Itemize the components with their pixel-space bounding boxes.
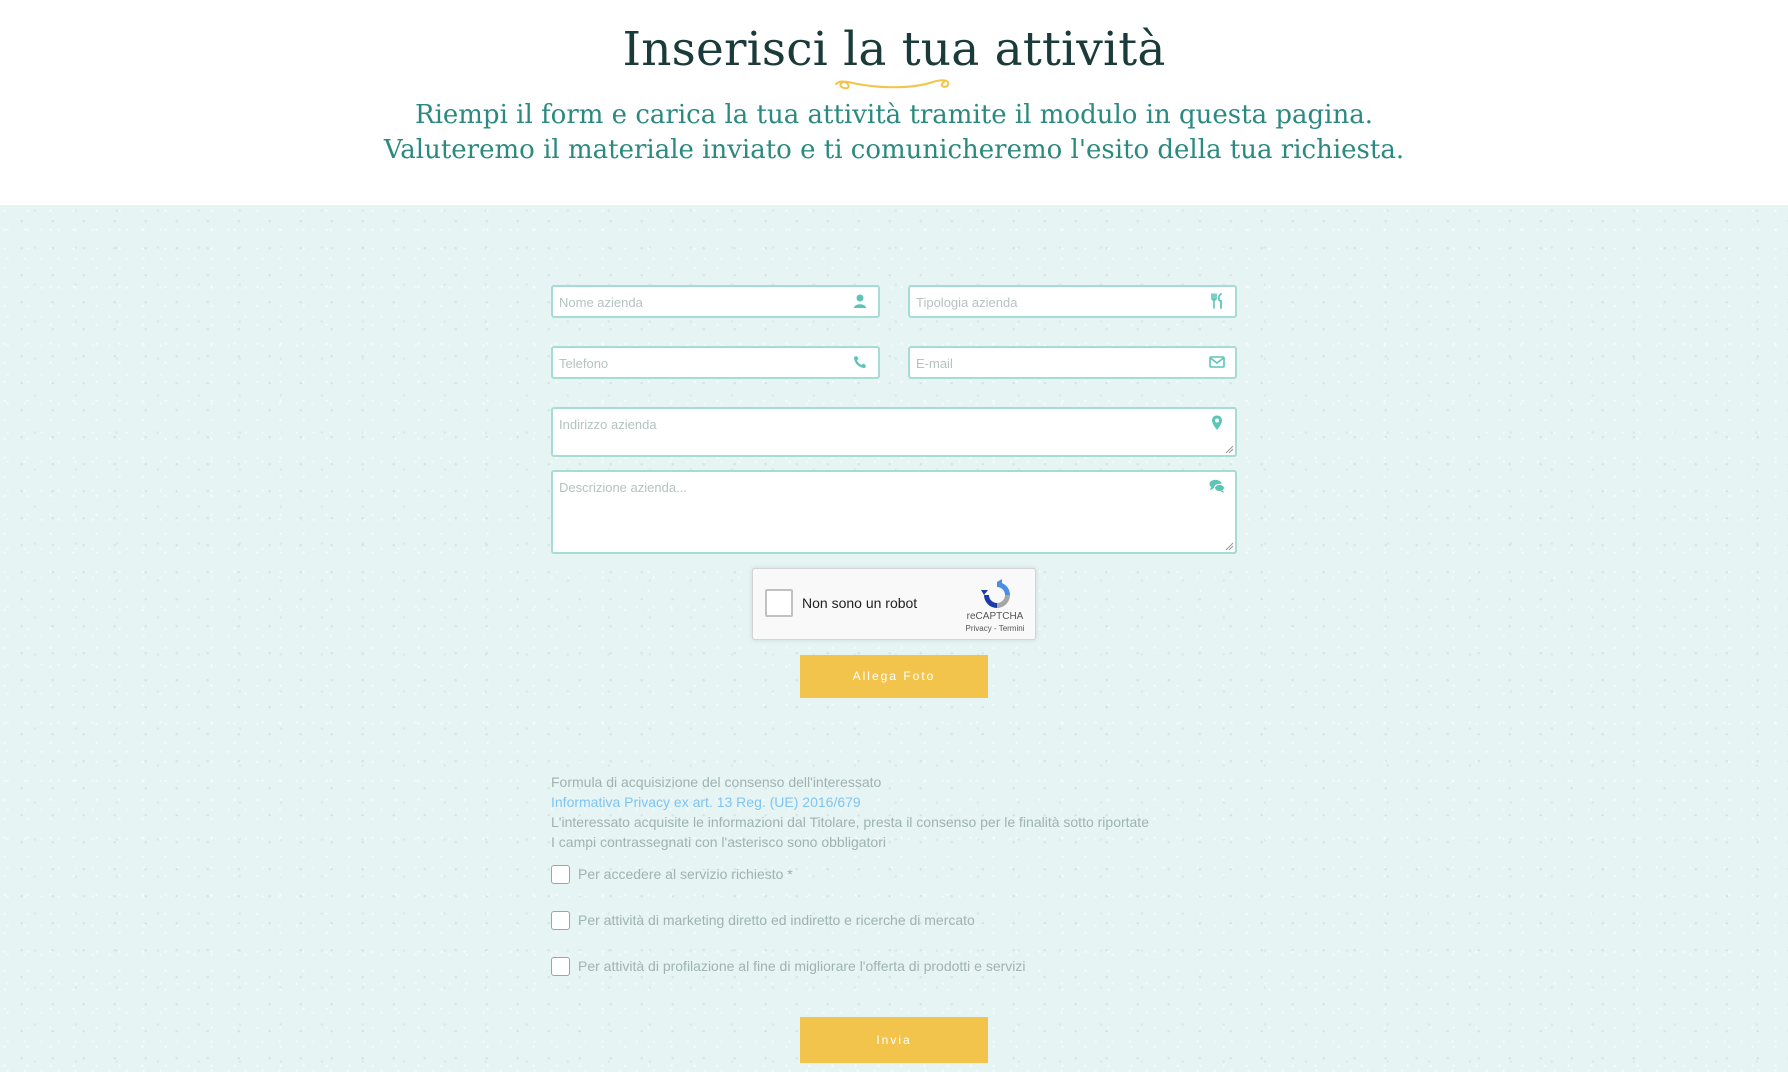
telefono-input[interactable]: Telefono bbox=[551, 346, 880, 379]
envelope-icon bbox=[1209, 356, 1225, 368]
consent-block: Formula di acquisizione del consenso del… bbox=[551, 772, 1251, 852]
recaptcha-label: Non sono un robot bbox=[802, 595, 918, 611]
page-subtitle: Riempi il form e carica la tua attività … bbox=[0, 98, 1788, 168]
consent-marketing-checkbox[interactable] bbox=[551, 911, 570, 930]
required-fields-note: I campi contrassegnati con l'asterisco s… bbox=[551, 834, 886, 850]
subtitle-line-2: Valuteremo il materiale inviato e ti com… bbox=[383, 135, 1405, 165]
consent-marketing-label: Per attività di marketing diretto ed ind… bbox=[578, 912, 975, 928]
user-icon bbox=[854, 294, 866, 308]
consent-heading: Formula di acquisizione del consenso del… bbox=[551, 774, 882, 790]
submit-button[interactable]: Invia bbox=[800, 1017, 988, 1063]
recaptcha-links[interactable]: Privacy - Termini bbox=[959, 624, 1031, 633]
consent-service-label: Per accedere al servizio richiesto * bbox=[578, 866, 793, 882]
descrizione-azienda-placeholder: Descrizione azienda... bbox=[559, 480, 687, 495]
privacy-policy-link[interactable]: Informativa Privacy ex art. 13 Reg. (UE)… bbox=[551, 792, 1251, 812]
consent-statement: L'interessato acquisite le informazioni … bbox=[551, 814, 1149, 830]
attach-photo-button[interactable]: Allega Foto bbox=[800, 655, 988, 698]
tipologia-azienda-input[interactable]: Tipologia azienda bbox=[908, 285, 1237, 318]
decorative-swirl-icon bbox=[835, 79, 950, 90]
consent-profiling-checkbox[interactable] bbox=[551, 957, 570, 976]
email-placeholder: E-mail bbox=[916, 356, 953, 371]
consent-service-checkbox[interactable] bbox=[551, 865, 570, 884]
chat-bubbles-icon bbox=[1209, 479, 1225, 493]
map-pin-icon bbox=[1212, 415, 1222, 430]
phone-icon bbox=[854, 356, 866, 368]
email-input[interactable]: E-mail bbox=[908, 346, 1237, 379]
recaptcha-checkbox[interactable] bbox=[765, 589, 793, 617]
telefono-placeholder: Telefono bbox=[559, 356, 609, 371]
descrizione-azienda-textarea[interactable]: Descrizione azienda... bbox=[551, 470, 1237, 554]
indirizzo-azienda-placeholder: Indirizzo azienda bbox=[559, 417, 657, 432]
nome-azienda-input[interactable]: Nome azienda bbox=[551, 285, 880, 318]
indirizzo-azienda-textarea[interactable]: Indirizzo azienda bbox=[551, 407, 1237, 457]
recaptcha-widget: Non sono un robot reCAPTCHA Privacy - Te… bbox=[752, 568, 1036, 640]
nome-azienda-placeholder: Nome azienda bbox=[559, 295, 643, 310]
consent-profiling-label: Per attività di profilazione al fine di … bbox=[578, 958, 1026, 974]
page-title: Inserisci la tua attività bbox=[622, 22, 1166, 77]
recaptcha-logo-icon bbox=[981, 579, 1010, 608]
page-header: Inserisci la tua attività Riempi il form… bbox=[0, 0, 1788, 205]
fork-knife-icon bbox=[1211, 293, 1222, 309]
subtitle-line-1: Riempi il form e carica la tua attività … bbox=[415, 100, 1373, 130]
resize-handle[interactable] bbox=[1225, 445, 1234, 454]
resize-handle[interactable] bbox=[1225, 542, 1234, 551]
tipologia-azienda-placeholder: Tipologia azienda bbox=[916, 295, 1018, 310]
recaptcha-brand: reCAPTCHA bbox=[966, 611, 1024, 622]
